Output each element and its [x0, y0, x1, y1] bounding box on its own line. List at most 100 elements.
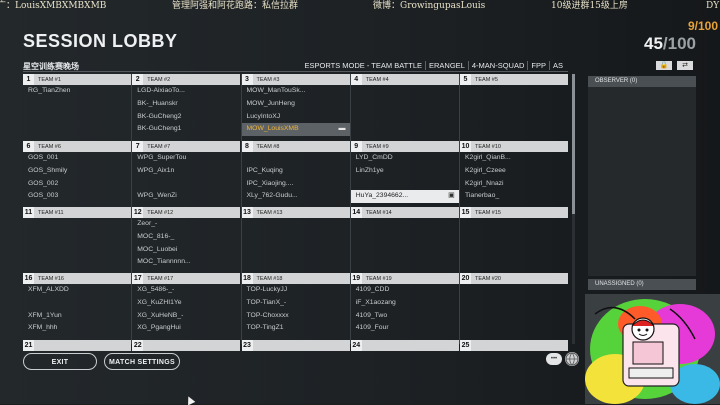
- player-slot[interactable]: MOC_Tiannnnn...: [132, 256, 240, 269]
- player-slot[interactable]: [23, 123, 131, 136]
- player-slot[interactable]: TOP-Choxxxx: [242, 310, 350, 323]
- player-slot[interactable]: TOP-LuckyJJ: [242, 284, 350, 297]
- player-slot[interactable]: [460, 310, 568, 323]
- player-slot[interactable]: Tianerbao_: [460, 190, 568, 203]
- player-slot[interactable]: K2girl_Czeee: [460, 165, 568, 178]
- team-card[interactable]: 4 TEAM #4: [350, 74, 459, 136]
- player-slot[interactable]: IPC_Xiaojing....: [242, 178, 350, 191]
- player-slot[interactable]: MOW_LouisXMB ▬: [241, 123, 350, 137]
- player-slot[interactable]: GOS_Shmily: [23, 165, 131, 178]
- player-slot[interactable]: [460, 85, 568, 98]
- team-card[interactable]: 22: [132, 340, 241, 351]
- player-slot[interactable]: XFM_ALXDD: [23, 284, 131, 297]
- player-slot[interactable]: [242, 152, 350, 165]
- team-card[interactable]: 7 TEAM #7 WPG_SuperTou WPG_Aix1n WPG_WenZi: [132, 141, 241, 203]
- player-slot[interactable]: [351, 98, 459, 111]
- player-slot[interactable]: [242, 231, 350, 244]
- team-header[interactable]: 7 TEAM #7: [132, 141, 241, 152]
- player-slot[interactable]: [23, 231, 131, 244]
- exit-button[interactable]: EXIT: [23, 353, 97, 370]
- player-slot[interactable]: BK-GuCheng2: [132, 111, 240, 124]
- player-slot[interactable]: XLy_762-Gudu...: [242, 190, 350, 203]
- shuffle-icon[interactable]: ⇄: [677, 61, 693, 70]
- scrollbar-thumb[interactable]: [572, 74, 575, 214]
- team-header[interactable]: 15 TEAM #15: [460, 207, 568, 218]
- player-slot[interactable]: RG_TianZhen: [23, 85, 131, 98]
- player-slot[interactable]: XFM_hhh: [23, 322, 131, 335]
- player-slot[interactable]: WPG_SuperTou: [132, 152, 240, 165]
- player-slot[interactable]: [351, 111, 459, 124]
- player-slot[interactable]: XG_XuHeNB_-: [132, 310, 240, 323]
- team-header[interactable]: 4 TEAM #4: [350, 74, 459, 85]
- player-slot[interactable]: [351, 218, 459, 231]
- team-card[interactable]: 6 TEAM #6 GOS_001 GOS_Shmily GOS_002 GOS_003: [23, 141, 131, 203]
- player-slot[interactable]: [460, 231, 568, 244]
- team-header[interactable]: 18 TEAM #18: [241, 273, 350, 284]
- player-slot[interactable]: 4109_CDD: [351, 284, 459, 297]
- player-slot[interactable]: XG_5486-_-: [132, 284, 240, 297]
- player-slot[interactable]: LYD_CmDD: [351, 152, 459, 165]
- player-slot[interactable]: HuYa_2394662... ▣: [350, 190, 459, 204]
- team-header[interactable]: 2 TEAM #2: [132, 74, 241, 85]
- player-slot[interactable]: [351, 231, 459, 244]
- team-card[interactable]: 18 TEAM #18 TOP-LuckyJJ TOP-TianX_- TOP-Chox…: [241, 273, 350, 335]
- player-slot[interactable]: TOP-TingZ1: [242, 322, 350, 335]
- player-slot[interactable]: [23, 98, 131, 111]
- player-slot[interactable]: [351, 85, 459, 98]
- team-card[interactable]: 23: [241, 340, 350, 351]
- player-slot[interactable]: [351, 244, 459, 257]
- player-slot[interactable]: MOW_ManTouSk...: [242, 85, 350, 98]
- player-slot[interactable]: [460, 98, 568, 111]
- team-header[interactable]: 14 TEAM #14: [350, 207, 459, 218]
- player-slot[interactable]: [460, 218, 568, 231]
- team-card[interactable]: 3 TEAM #3 MOW_ManTouSk... MOW_JunHeng LucyIn…: [241, 74, 350, 137]
- team-card[interactable]: 25: [460, 340, 568, 351]
- team-card[interactable]: 20 TEAM #20: [460, 273, 568, 335]
- team-card[interactable]: 19 TEAM #19 4109_CDD iF_X1aozang 4109_Two 410…: [350, 273, 459, 335]
- team-card[interactable]: 9 TEAM #9 LYD_CmDD LinZh1ye HuYa_2394662... ▣: [350, 141, 459, 204]
- team-card[interactable]: 16 TEAM #16 XFM_ALXDD XFM_1Yun XFM_hhh: [23, 273, 131, 335]
- player-slot[interactable]: [460, 244, 568, 257]
- player-slot[interactable]: [351, 256, 459, 269]
- player-slot[interactable]: [460, 284, 568, 297]
- player-slot[interactable]: [23, 244, 131, 257]
- player-slot[interactable]: [23, 218, 131, 231]
- player-slot[interactable]: [23, 256, 131, 269]
- team-card[interactable]: 10 TEAM #10 K2girl_QianB... K2girl_Czeee K2g…: [460, 141, 568, 203]
- player-slot[interactable]: [351, 178, 459, 191]
- player-slot[interactable]: IPC_Kuqing: [242, 165, 350, 178]
- team-card[interactable]: 5 TEAM #5: [460, 74, 568, 136]
- player-slot[interactable]: [460, 322, 568, 335]
- player-slot[interactable]: TOP-TianX_-: [242, 297, 350, 310]
- team-card[interactable]: 12 TEAM #12 Zeor_- MOC_816-_ MOC_Luobei MOC_T…: [132, 207, 241, 269]
- team-header[interactable]: 12 TEAM #12: [132, 207, 241, 218]
- team-header[interactable]: 22: [132, 340, 241, 351]
- chat-icon[interactable]: •••: [546, 353, 562, 365]
- team-header[interactable]: 17 TEAM #17: [132, 273, 241, 284]
- team-header[interactable]: 19 TEAM #19: [350, 273, 459, 284]
- player-slot[interactable]: [460, 111, 568, 124]
- player-slot[interactable]: [23, 111, 131, 124]
- player-slot[interactable]: Zeor_-: [132, 218, 240, 231]
- player-slot[interactable]: LucyIntoXJ: [242, 111, 350, 124]
- player-slot[interactable]: [242, 244, 350, 257]
- team-header[interactable]: 23: [241, 340, 350, 351]
- player-slot[interactable]: iF_X1aozang: [351, 297, 459, 310]
- team-header[interactable]: 8 TEAM #8: [241, 141, 350, 152]
- team-card[interactable]: 24: [350, 340, 459, 351]
- team-card[interactable]: 11 TEAM #11: [23, 207, 131, 269]
- player-slot[interactable]: WPG_Aix1n: [132, 165, 240, 178]
- team-header[interactable]: 24: [350, 340, 459, 351]
- team-card[interactable]: 21: [23, 340, 131, 351]
- team-card[interactable]: 17 TEAM #17 XG_5486-_- XG_KuZHI1Ye XG_XuHeNB…: [132, 273, 241, 335]
- team-header[interactable]: 6 TEAM #6: [23, 141, 131, 152]
- player-slot[interactable]: XFM_1Yun: [23, 310, 131, 323]
- team-card[interactable]: 14 TEAM #14: [350, 207, 459, 269]
- observer-header[interactable]: OBSERVER (0): [588, 76, 696, 87]
- player-slot[interactable]: K2girl_QianB...: [460, 152, 568, 165]
- team-header[interactable]: 10 TEAM #10: [460, 141, 568, 152]
- team-card[interactable]: 1 TEAM #1 RG_TianZhen: [23, 74, 131, 136]
- player-slot[interactable]: WPG_WenZi: [132, 190, 240, 203]
- team-header[interactable]: 5 TEAM #5: [460, 74, 568, 85]
- team-card[interactable]: 15 TEAM #15: [460, 207, 568, 269]
